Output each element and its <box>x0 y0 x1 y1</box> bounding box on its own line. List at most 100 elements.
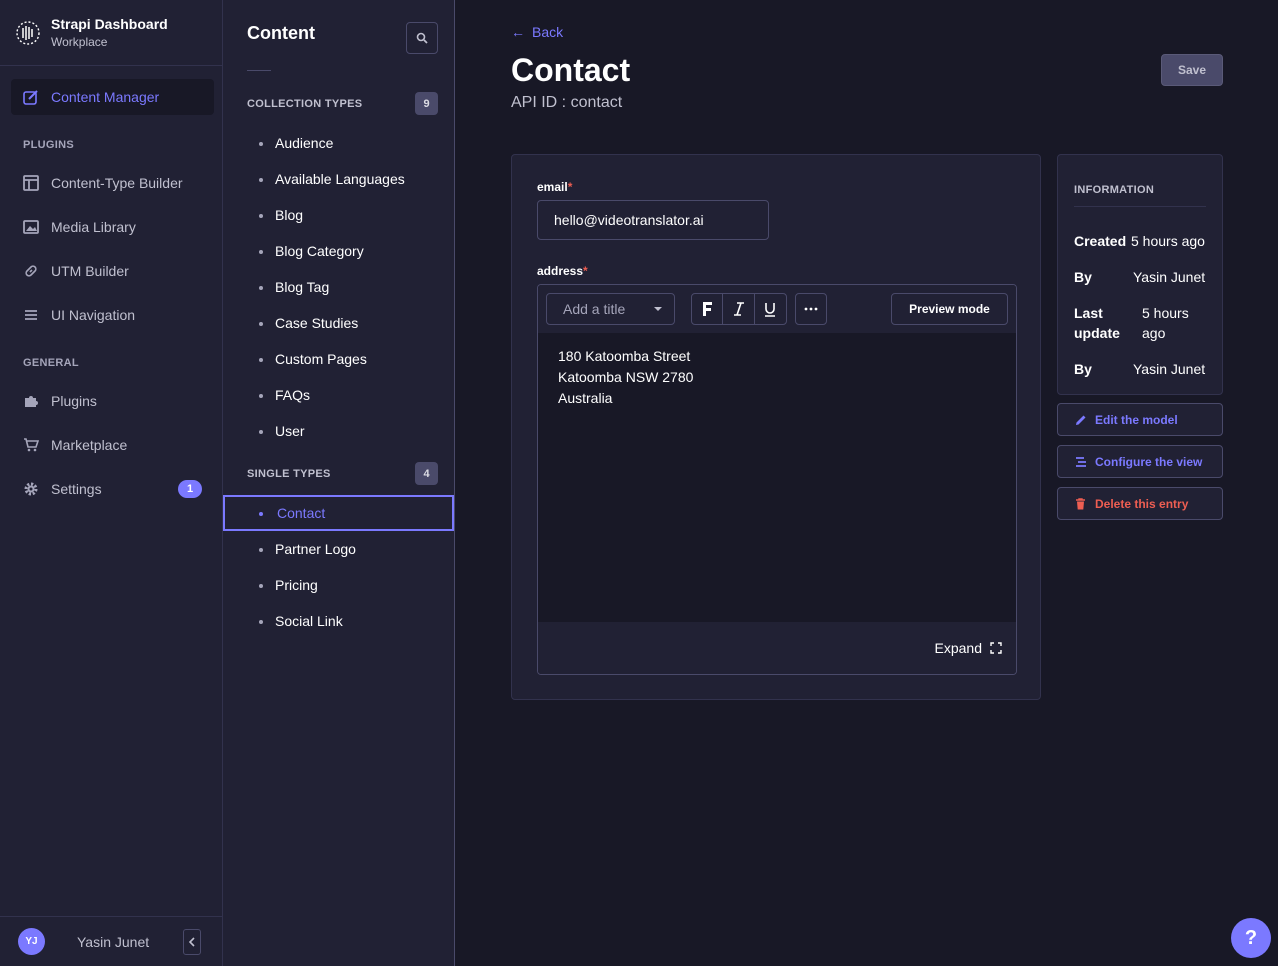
address-line: Katoomba NSW 2780 <box>558 369 694 385</box>
arrow-left-icon: ← <box>511 24 525 40</box>
heading-select[interactable]: Add a title <box>546 293 675 325</box>
subnav-item-blog-category[interactable]: Blog Category <box>223 233 454 269</box>
nav-utm-builder[interactable]: UTM Builder <box>11 253 214 289</box>
delete-entry-button[interactable]: Delete this entry <box>1057 487 1223 520</box>
last-update-value: 5 hours ago <box>1142 303 1189 343</box>
information-heading: INFORMATION <box>1074 184 1155 196</box>
preview-mode-button[interactable]: Preview mode <box>891 293 1008 325</box>
layout-lines-icon <box>1074 455 1087 468</box>
subnav-item-blog[interactable]: Blog <box>223 197 454 233</box>
pencil-icon <box>1074 413 1087 426</box>
list-icon <box>23 307 39 323</box>
api-id: API ID : contact <box>511 94 623 111</box>
format-button-group <box>691 293 787 325</box>
configure-view-label: Configure the view <box>1095 454 1203 469</box>
search-button[interactable] <box>406 22 438 54</box>
nav-label: Settings <box>51 481 102 497</box>
email-label: email* <box>537 180 572 194</box>
address-label: address* <box>537 264 588 278</box>
nav-label: Marketplace <box>51 437 128 453</box>
edit-model-button[interactable]: Edit the model <box>1057 403 1223 436</box>
subnav-item-faqs[interactable]: FAQs <box>223 377 454 413</box>
gear-icon <box>23 481 39 497</box>
updated-by-value: Yasin Junet <box>1133 361 1206 377</box>
help-button[interactable]: ? <box>1231 918 1271 958</box>
collection-types-header[interactable]: COLLECTION TYPES 9 <box>247 92 438 115</box>
cart-icon <box>23 437 39 453</box>
nav-content-type-builder[interactable]: Content-Type Builder <box>11 165 214 201</box>
last-update-label-line: Last <box>1074 305 1103 321</box>
last-update-value-line: 5 hours <box>1142 305 1189 321</box>
underline-icon <box>765 302 776 317</box>
brand-title: Strapi Dashboard <box>51 16 168 32</box>
editor-content[interactable]: 180 Katoomba Street Katoomba NSW 2780 Au… <box>558 346 693 409</box>
nav-marketplace[interactable]: Marketplace <box>11 427 214 463</box>
created-by-value: Yasin Junet <box>1133 269 1206 285</box>
subnav-item-pricing[interactable]: Pricing <box>223 567 454 603</box>
email-label-text: email <box>537 180 568 194</box>
italic-button[interactable] <box>723 294 755 324</box>
divider <box>1074 206 1206 207</box>
address-line: 180 Katoomba Street <box>558 348 691 364</box>
address-label-text: address <box>537 264 584 278</box>
required-marker: * <box>583 264 588 278</box>
expand-button[interactable]: Expand <box>935 640 1002 656</box>
bold-button[interactable] <box>692 294 724 324</box>
subnav-item-social-link[interactable]: Social Link <box>223 603 454 639</box>
main-navigation: Strapi Dashboard Workplace Content Manag… <box>0 0 223 966</box>
created-label: Created <box>1074 233 1127 249</box>
collection-types-label: COLLECTION TYPES <box>247 97 363 110</box>
general-section-label: GENERAL <box>23 357 79 369</box>
single-types-header[interactable]: SINGLE TYPES 4 <box>247 462 438 485</box>
bold-icon <box>703 302 713 316</box>
subnav-item-custom-pages[interactable]: Custom Pages <box>223 341 454 377</box>
editor-footer: Expand <box>538 622 1016 674</box>
information-panel: INFORMATION Created 5 hours ago By Yasin… <box>1057 154 1223 395</box>
subnav-item-partner-logo[interactable]: Partner Logo <box>223 531 454 567</box>
editor-toolbar: Add a title Preview mode <box>538 285 1016 333</box>
delete-entry-label: Delete this entry <box>1095 496 1189 511</box>
nav-label: Content-Type Builder <box>51 175 183 191</box>
subnav-item-available-languages[interactable]: Available Languages <box>223 161 454 197</box>
search-icon <box>416 32 428 44</box>
brand[interactable]: Strapi Dashboard Workplace <box>0 0 222 66</box>
subnav-item-blog-tag[interactable]: Blog Tag <box>223 269 454 305</box>
nav-ui-navigation[interactable]: UI Navigation <box>11 297 214 333</box>
created-by-label: By <box>1074 269 1092 285</box>
caret-down-icon <box>654 307 662 311</box>
subnav-item-user[interactable]: User <box>223 413 454 449</box>
more-options-button[interactable] <box>795 293 827 325</box>
email-field[interactable] <box>537 200 769 240</box>
heading-select-value: Add a title <box>563 301 626 317</box>
edit-model-label: Edit the model <box>1095 412 1178 427</box>
user-footer: YJ Yasin Junet <box>0 916 222 966</box>
save-button[interactable]: Save <box>1161 54 1223 86</box>
nav-media-library[interactable]: Media Library <box>11 209 214 245</box>
configure-view-button[interactable]: Configure the view <box>1057 445 1223 478</box>
single-types-label: SINGLE TYPES <box>247 467 331 480</box>
link-icon <box>23 263 39 279</box>
underline-button[interactable] <box>755 294 786 324</box>
collapse-nav-button[interactable] <box>183 928 201 955</box>
required-marker: * <box>567 180 573 194</box>
brand-subtitle: Workplace <box>51 35 108 49</box>
brand-logo-icon <box>16 20 40 45</box>
subnav-item-audience[interactable]: Audience <box>223 125 454 161</box>
single-types-count: 4 <box>415 462 438 485</box>
subnav-title: Content <box>247 23 315 43</box>
back-link[interactable]: ← Back <box>511 24 563 40</box>
layout-icon <box>23 175 39 191</box>
address-line: Australia <box>558 390 613 406</box>
subnav-item-contact[interactable]: Contact <box>223 495 454 531</box>
nav-settings[interactable]: Settings 1 <box>11 471 214 507</box>
subnav-item-case-studies[interactable]: Case Studies <box>223 305 454 341</box>
last-update-label: Last update <box>1074 303 1120 343</box>
divider <box>247 70 271 71</box>
avatar[interactable]: YJ <box>18 928 45 955</box>
nav-label: UI Navigation <box>51 307 136 323</box>
plugins-section-label: PLUGINS <box>23 139 74 151</box>
image-icon <box>23 219 39 235</box>
nav-plugins[interactable]: Plugins <box>11 383 214 419</box>
nav-content-manager[interactable]: Content Manager <box>11 79 214 115</box>
user-name[interactable]: Yasin Junet <box>77 934 149 950</box>
